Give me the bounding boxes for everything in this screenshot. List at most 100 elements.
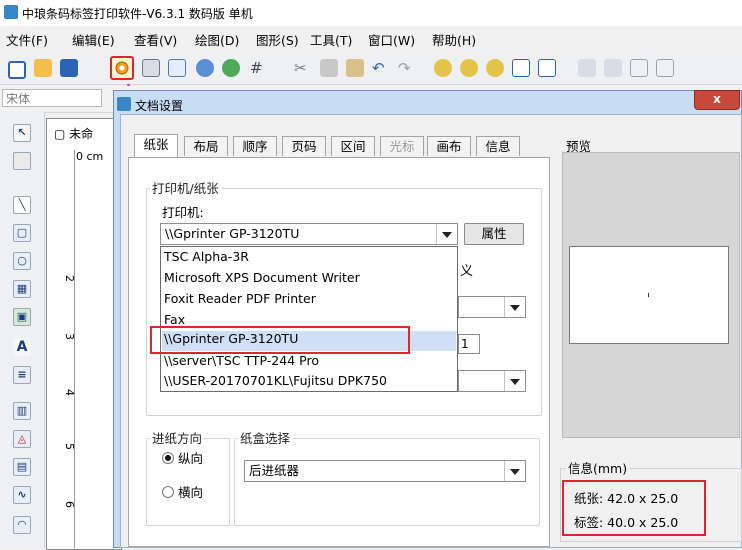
paper-select[interactable] [458, 296, 526, 318]
undo-icon[interactable]: ↶ [372, 59, 390, 77]
info-highlight-box [562, 480, 706, 536]
app-icon [4, 5, 18, 19]
chevron-down-icon[interactable] [504, 371, 525, 391]
chevron-down-icon[interactable] [504, 461, 525, 481]
close-button[interactable]: x [694, 90, 740, 110]
tab-layout[interactable]: 布局 [184, 136, 228, 156]
pointer-icon[interactable]: ↖ [13, 124, 31, 142]
open-icon[interactable] [34, 59, 52, 77]
arc-icon[interactable]: ◠ [13, 516, 31, 534]
preview-label [569, 246, 729, 344]
document-settings-icon[interactable] [110, 56, 134, 80]
grid-icon[interactable]: # [250, 59, 268, 77]
fit-page-icon[interactable] [512, 59, 530, 77]
cut-icon[interactable]: ✂ [294, 59, 312, 77]
document-tab-label: 未命 [69, 127, 94, 141]
feed-direction-legend: 进纸方向 [150, 428, 205, 447]
preview-mark [648, 293, 649, 297]
tab-cursor[interactable]: 光标 [380, 136, 424, 156]
font-selector[interactable]: 宋体 [2, 89, 102, 107]
picture-icon[interactable]: ▣ [13, 308, 31, 326]
dialog-title: 文档设置 [135, 99, 184, 113]
printer-selected-value: \\Gprinter GP-3120TU [165, 226, 300, 241]
landscape-radio[interactable] [162, 486, 174, 498]
tray-select[interactable]: 后进纸器 [244, 460, 526, 482]
barcode-icon[interactable]: ▥ [13, 402, 31, 420]
menu-draw[interactable]: 绘图(D) [195, 30, 239, 49]
tab-range[interactable]: 区间 [331, 136, 375, 156]
printer-option[interactable]: Foxit Reader PDF Printer [164, 291, 316, 306]
text-icon[interactable]: A [13, 338, 31, 356]
window-title: 中琅条码标签打印软件-V6.3.1 数码版 单机 [22, 7, 253, 21]
obscured-label: 义 [460, 264, 474, 279]
properties-button[interactable]: 属性 [464, 223, 524, 245]
chevron-down-icon[interactable] [436, 224, 457, 244]
tab-order[interactable]: 顺序 [233, 136, 277, 156]
shape-tool-icon[interactable]: ◬ [13, 430, 31, 448]
printer-option[interactable]: \\USER-20170701KL\Fujitsu DPK750 [164, 373, 387, 388]
copy-icon[interactable] [320, 59, 338, 77]
printer-option[interactable]: \\server\TSC TTP-244 Pro [164, 353, 319, 368]
paragraph-icon[interactable]: ≡ [13, 366, 31, 384]
menu-shape[interactable]: 图形(S) [256, 30, 299, 49]
new-icon[interactable] [8, 61, 26, 79]
chevron-down-icon[interactable] [504, 297, 525, 317]
tray-group [234, 438, 540, 526]
document-tab[interactable]: ▢ 未命 [54, 125, 93, 142]
tab-paper[interactable]: 纸张 [134, 134, 178, 158]
database-icon[interactable] [196, 59, 214, 77]
menu-tools[interactable]: 工具(T) [310, 30, 352, 49]
align-top-icon[interactable] [630, 59, 648, 77]
tool-palette: ↖ ╲ ▢ ○ ▦ ▣ A ≡ ▥ ◬ ▤ ∿ ◠ [0, 112, 45, 548]
image-icon[interactable]: ▦ [13, 280, 31, 298]
ellipse-icon[interactable]: ○ [13, 252, 31, 270]
line-icon[interactable]: ╲ [13, 196, 31, 214]
table-icon[interactable]: ▤ [13, 458, 31, 476]
menu-help[interactable]: 帮助(H) [432, 30, 476, 49]
print-preview-icon[interactable] [168, 59, 186, 77]
printer-option[interactable]: TSC Alpha-3R [164, 249, 249, 264]
paste-icon[interactable] [346, 59, 364, 77]
pan-icon[interactable] [13, 152, 31, 170]
zoom-actual-icon[interactable] [486, 59, 504, 77]
align-bottom-icon[interactable] [656, 59, 674, 77]
zoom-in-icon[interactable] [434, 59, 452, 77]
fit-width-icon[interactable] [538, 59, 556, 77]
tab-page-number[interactable]: 页码 [282, 136, 326, 156]
align-right-icon[interactable] [604, 59, 622, 77]
menu-bar: 文件(F) 编辑(E) 查看(V) 绘图(D) 图形(S) 工具(T) 窗口(W… [0, 30, 742, 50]
info-title: 信息(mm) [566, 458, 630, 477]
redo-icon[interactable]: ↷ [398, 59, 416, 77]
menu-edit[interactable]: 编辑(E) [72, 30, 115, 49]
printer-option[interactable]: Microsoft XPS Document Writer [164, 270, 360, 285]
printer-select[interactable]: \\Gprinter GP-3120TU [160, 223, 458, 245]
ruler-mark: 2 [63, 275, 76, 282]
spinner-value: 1 [461, 337, 469, 351]
menu-file[interactable]: 文件(F) [6, 30, 48, 49]
ruler-mark: 5 [63, 443, 76, 450]
align-left-icon[interactable] [578, 59, 596, 77]
size-select[interactable] [458, 370, 526, 392]
save-icon[interactable] [60, 59, 78, 77]
menu-view[interactable]: 查看(V) [134, 30, 177, 49]
document-canvas[interactable] [46, 118, 122, 550]
ruler-mark: 4 [63, 389, 76, 396]
tab-info[interactable]: 信息 [476, 136, 520, 156]
portrait-label: 纵向 [178, 451, 204, 466]
menu-window[interactable]: 窗口(W) [368, 30, 415, 49]
tab-canvas[interactable]: 画布 [427, 136, 471, 156]
tray-selected-value: 后进纸器 [249, 463, 300, 478]
dialog-icon [117, 97, 131, 111]
printer-dropdown-list: TSC Alpha-3R Microsoft XPS Document Writ… [160, 246, 458, 392]
print-icon[interactable] [142, 59, 160, 77]
rectangle-icon[interactable]: ▢ [13, 224, 31, 242]
zoom-out-icon[interactable] [460, 59, 478, 77]
portrait-radio[interactable] [162, 452, 174, 464]
copies-spinner[interactable]: 1 [458, 334, 480, 354]
printer-option[interactable]: Fax [164, 312, 185, 327]
curve-icon[interactable]: ∿ [13, 486, 31, 504]
landscape-label: 横向 [178, 485, 204, 500]
data-source-icon[interactable] [222, 59, 240, 77]
vertical-ruler [62, 150, 75, 548]
printer-label: 打印机: [162, 205, 204, 220]
